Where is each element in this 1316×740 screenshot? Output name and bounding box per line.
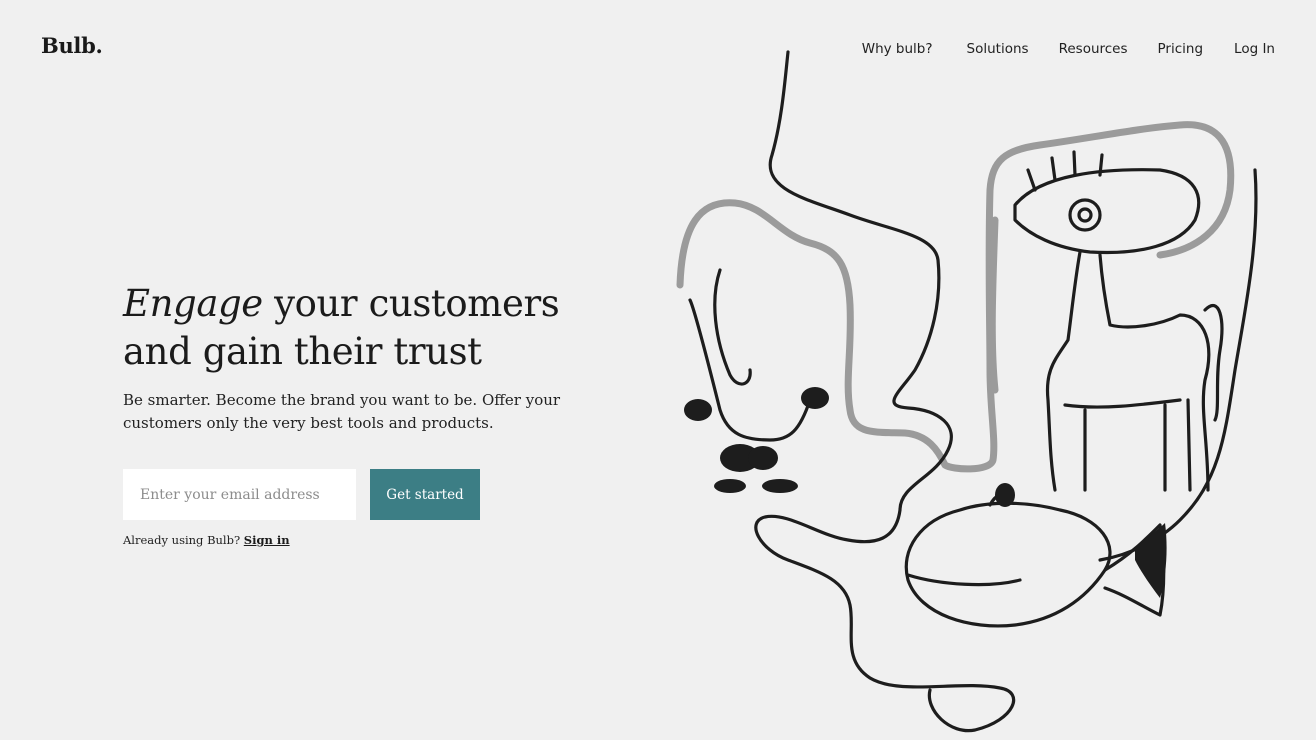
hero-title-emphasis: Engage xyxy=(123,282,263,325)
signin-prefix: Already using Bulb? xyxy=(123,533,241,547)
brand-logo[interactable]: Bulb. xyxy=(41,33,103,58)
hero-title: Engage your customers and gain their trus… xyxy=(123,280,643,376)
hero-title-line-2: and gain their trust xyxy=(123,330,482,373)
ink-fill-shapes xyxy=(684,387,1167,598)
hero-title-line-1: your customers xyxy=(262,282,560,325)
signin-prompt: Already using Bulb? Sign in xyxy=(123,533,290,547)
line-art-face-illustration xyxy=(676,50,1258,733)
sign-in-link[interactable]: Sign in xyxy=(244,533,290,547)
grey-scribble-strokes xyxy=(676,121,1235,473)
hero-subtitle: Be smarter. Become the brand you want to… xyxy=(123,391,561,432)
email-input[interactable] xyxy=(123,469,356,520)
black-line-strokes xyxy=(688,50,1258,733)
get-started-button[interactable]: Get started xyxy=(370,469,480,520)
